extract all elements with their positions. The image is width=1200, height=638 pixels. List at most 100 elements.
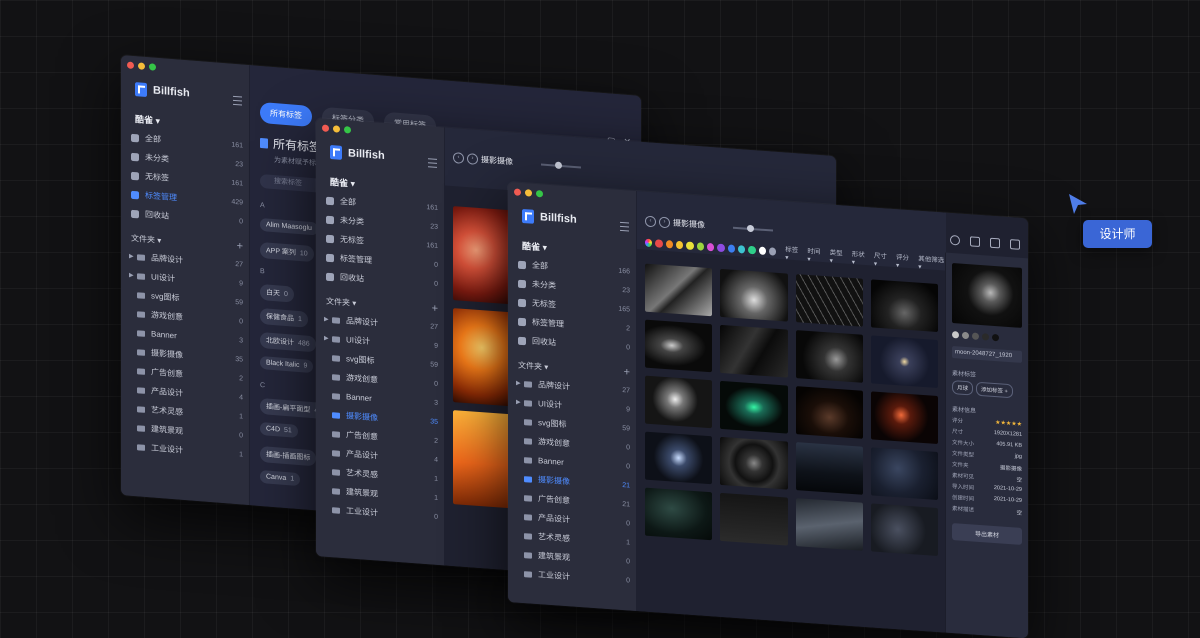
- color-swatch[interactable]: [748, 245, 756, 255]
- search-icon[interactable]: [950, 234, 960, 246]
- thumbnail[interactable]: [645, 375, 713, 429]
- trash-icon[interactable]: [1010, 239, 1020, 250]
- thumbnail[interactable]: [720, 324, 788, 378]
- library-selector[interactable]: 酷雀 ▾: [330, 175, 355, 190]
- color-swatch[interactable]: [706, 242, 715, 252]
- thumbnail[interactable]: [795, 274, 863, 327]
- thumbnail[interactable]: [795, 442, 863, 495]
- filter-type[interactable]: 类型 ▾: [830, 246, 846, 265]
- thumbnail[interactable]: [720, 436, 788, 490]
- back-arrow-icon[interactable]: ‹: [453, 152, 464, 164]
- thumbnail[interactable]: [795, 498, 863, 551]
- thumbnail[interactable]: [720, 268, 788, 322]
- thumbnail-wave-sunset[interactable]: [453, 308, 511, 407]
- thumbnail[interactable]: [870, 447, 938, 501]
- info-value[interactable]: 摄影摄像: [1000, 463, 1022, 476]
- color-dot[interactable]: [982, 333, 989, 341]
- thumbnail-umbrella[interactable]: [453, 206, 511, 305]
- tag-chip[interactable]: APP 案列 10: [260, 241, 314, 263]
- color-swatch[interactable]: [655, 239, 663, 248]
- caret-right-icon[interactable]: ▶: [129, 272, 134, 279]
- back-arrow-icon[interactable]: ‹: [645, 215, 656, 228]
- thumbnail[interactable]: [645, 319, 713, 373]
- minimize-dot-icon[interactable]: [138, 62, 145, 70]
- tag-chip[interactable]: 插画-插画图标: [260, 445, 317, 467]
- thumbnail-size-slider[interactable]: [733, 226, 773, 232]
- thumbnail-orange-sky[interactable]: [453, 410, 511, 509]
- close-dot-icon[interactable]: [127, 61, 134, 70]
- minimize-dot-icon[interactable]: [525, 189, 532, 197]
- filter-shape[interactable]: 形状 ▾: [852, 248, 868, 267]
- menu-icon[interactable]: [233, 95, 242, 106]
- add-folder-icon[interactable]: +: [624, 366, 630, 378]
- add-folder-icon[interactable]: +: [432, 302, 438, 314]
- zoom-dot-icon[interactable]: [344, 126, 351, 134]
- filter-icon[interactable]: [970, 236, 980, 248]
- thumbnail[interactable]: [870, 391, 938, 445]
- menu-icon[interactable]: [620, 221, 629, 232]
- filter-rating[interactable]: 评分 ▾: [896, 251, 912, 270]
- tag-chip[interactable]: Black Italic 9: [260, 355, 314, 374]
- thumbnail[interactable]: [870, 279, 938, 333]
- caret-right-icon[interactable]: ▶: [129, 253, 134, 260]
- close-dot-icon[interactable]: [514, 188, 521, 196]
- thumbnail[interactable]: [645, 263, 713, 317]
- library-selector[interactable]: 酷雀 ▾: [522, 239, 547, 254]
- menu-icon[interactable]: [428, 158, 437, 168]
- caret-right-icon[interactable]: ▶: [324, 335, 329, 342]
- forward-arrow-icon[interactable]: ›: [467, 153, 478, 165]
- color-wheel-icon[interactable]: [645, 238, 653, 248]
- color-swatch[interactable]: [686, 241, 694, 250]
- thumbnail[interactable]: [720, 380, 788, 434]
- caret-right-icon[interactable]: ▶: [516, 380, 521, 387]
- caret-right-icon[interactable]: ▶: [516, 399, 521, 406]
- thumbnail[interactable]: [645, 487, 713, 541]
- zoom-dot-icon[interactable]: [149, 63, 156, 71]
- color-dot[interactable]: [952, 331, 959, 339]
- folder-label: 品牌设计: [538, 380, 570, 392]
- thumbnail[interactable]: [795, 386, 863, 439]
- minimize-dot-icon[interactable]: [333, 125, 340, 133]
- filter-other[interactable]: 其他筛选 ▾: [918, 253, 946, 273]
- color-swatch[interactable]: [717, 243, 725, 253]
- tag-chip[interactable]: C4D 51: [260, 421, 298, 438]
- thumbnail[interactable]: [795, 330, 863, 383]
- color-dot[interactable]: [962, 331, 969, 340]
- thumbnail[interactable]: [645, 431, 713, 485]
- add-folder-icon[interactable]: +: [237, 240, 243, 253]
- filename-field[interactable]: moon-2048727_1920: [952, 346, 1022, 363]
- color-swatch[interactable]: [768, 247, 777, 256]
- color-swatch[interactable]: [737, 245, 746, 254]
- caret-right-icon[interactable]: ▶: [324, 316, 329, 323]
- filter-tag[interactable]: 标签 ▾: [785, 243, 801, 262]
- tag-chip[interactable]: Alim Maasoglu: [260, 217, 318, 236]
- tag-chip[interactable]: 白天 0: [260, 283, 294, 303]
- thumbnail-size-slider[interactable]: [541, 163, 581, 169]
- export-button[interactable]: 导出素材: [952, 523, 1022, 545]
- color-swatch[interactable]: [665, 240, 673, 249]
- tab-all-tags[interactable]: 所有标签: [260, 101, 312, 128]
- tag-chip[interactable]: Canva 1: [260, 469, 301, 487]
- tag-chip[interactable]: 北欧设计 486: [260, 331, 316, 353]
- filter-time[interactable]: 时间 ▾: [807, 245, 823, 264]
- tag-chip[interactable]: 保健食品 1: [260, 307, 308, 328]
- forward-arrow-icon[interactable]: ›: [659, 216, 670, 229]
- color-swatch[interactable]: [758, 246, 766, 256]
- color-swatch[interactable]: [675, 240, 684, 250]
- layout-icon[interactable]: [990, 237, 1000, 249]
- color-swatch[interactable]: [727, 244, 735, 253]
- close-dot-icon[interactable]: [322, 124, 329, 132]
- color-dot[interactable]: [972, 332, 979, 340]
- zoom-dot-icon[interactable]: [536, 189, 543, 198]
- color-dot[interactable]: [992, 333, 999, 342]
- thumbnail[interactable]: [720, 492, 788, 546]
- thumbnail[interactable]: [870, 503, 938, 557]
- tag-chip[interactable]: 月球: [952, 380, 974, 396]
- color-swatch[interactable]: [696, 242, 704, 251]
- add-tag-button[interactable]: 添加标签 +: [976, 381, 1013, 399]
- tag-chip[interactable]: 插画-扁平面型4: [260, 397, 325, 419]
- library-selector[interactable]: 酷雀 ▾: [135, 112, 160, 127]
- filter-size[interactable]: 尺寸 ▾: [874, 250, 890, 269]
- info-value[interactable]: 空: [1016, 509, 1022, 520]
- thumbnail[interactable]: [870, 335, 938, 389]
